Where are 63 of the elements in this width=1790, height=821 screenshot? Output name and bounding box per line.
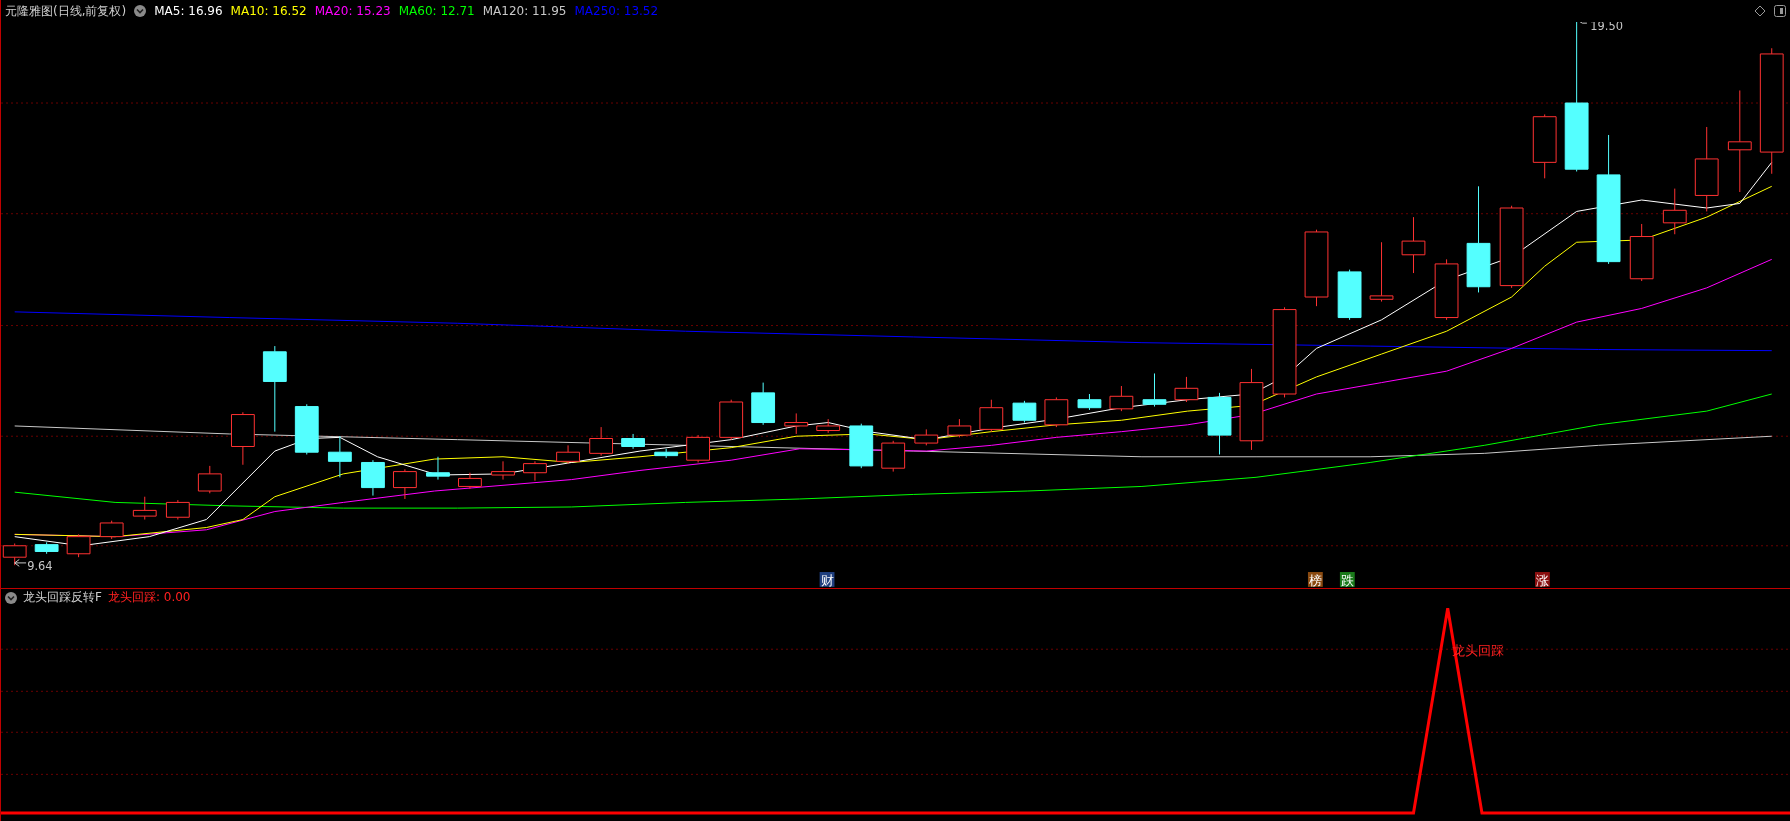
candlestick: [1142, 372, 1167, 408]
event-marker[interactable]: 涨: [1535, 572, 1550, 588]
candlestick: [1434, 258, 1459, 321]
candlestick: [621, 433, 645, 450]
indicator-value: MA5: 16.96: [154, 4, 223, 18]
indicator-value: MA120: 11.95: [482, 4, 567, 18]
candlestick: [816, 418, 841, 434]
candlestick: [1044, 396, 1069, 428]
leader-line: [14, 558, 27, 567]
candlestick: [654, 448, 679, 459]
candlestick: [881, 440, 906, 473]
candlestick: [914, 428, 939, 446]
candlestick: [1662, 188, 1687, 235]
event-marker[interactable]: 榜: [1307, 572, 1323, 588]
collapse-icon[interactable]: [5, 591, 17, 604]
candlestick: [197, 465, 222, 494]
candlestick: [426, 456, 450, 481]
event-marker[interactable]: 财: [819, 572, 835, 588]
candlestick: [1012, 400, 1037, 424]
panel-toggle-icon[interactable]: [1774, 5, 1786, 17]
candlestick: [947, 418, 972, 438]
candlestick: [491, 460, 515, 481]
candlestick: [361, 459, 385, 497]
candlestick: [1174, 376, 1199, 403]
candlestick: [294, 403, 319, 455]
candlestick: [751, 382, 776, 426]
low-price-label: 9.64: [27, 558, 53, 573]
candlestick: [132, 496, 157, 521]
candlestick: [719, 399, 744, 441]
candlestick: [1369, 241, 1394, 303]
candlestick: [66, 533, 91, 558]
diamond-icon[interactable]: [1754, 5, 1766, 17]
indicator-value: MA20: 15.23: [314, 4, 391, 18]
candlestick: [165, 499, 190, 521]
candlestick: [556, 444, 580, 465]
candlestick: [523, 460, 547, 482]
candlestick: [784, 412, 809, 435]
indicator-value: MA60: 12.71: [398, 4, 475, 18]
indicator-value: MA10: 16.52: [230, 4, 307, 18]
candlestick: [393, 468, 417, 500]
candlestick: [849, 423, 874, 469]
candlestick: [1207, 392, 1232, 455]
event-marker[interactable]: 跌: [1339, 572, 1355, 588]
candlestick: [1337, 269, 1362, 321]
candlestick: [230, 411, 255, 466]
indicator-value: 龙头回踩: 0.00: [107, 589, 191, 606]
candlestick: [589, 426, 614, 457]
candlestick: [686, 434, 711, 463]
candlestick: [1532, 113, 1557, 179]
candlestick: [2, 543, 27, 566]
candlestick: [458, 472, 482, 490]
chart-title: 元隆雅图(日线,前复权): [5, 2, 127, 20]
candlestick: [99, 520, 124, 540]
indicator-value: MA250: 13.52: [574, 4, 659, 18]
candlestick: [1629, 223, 1654, 282]
candlestick: [979, 399, 1004, 433]
collapse-icon[interactable]: [134, 5, 147, 17]
candlestick: [1401, 216, 1426, 274]
indicator-title: 龙头回踩反转F: [23, 589, 102, 606]
candlestick: [1077, 393, 1102, 411]
candlestick: [34, 541, 59, 555]
candlestick: [327, 435, 352, 478]
candlestick: [1109, 385, 1134, 412]
